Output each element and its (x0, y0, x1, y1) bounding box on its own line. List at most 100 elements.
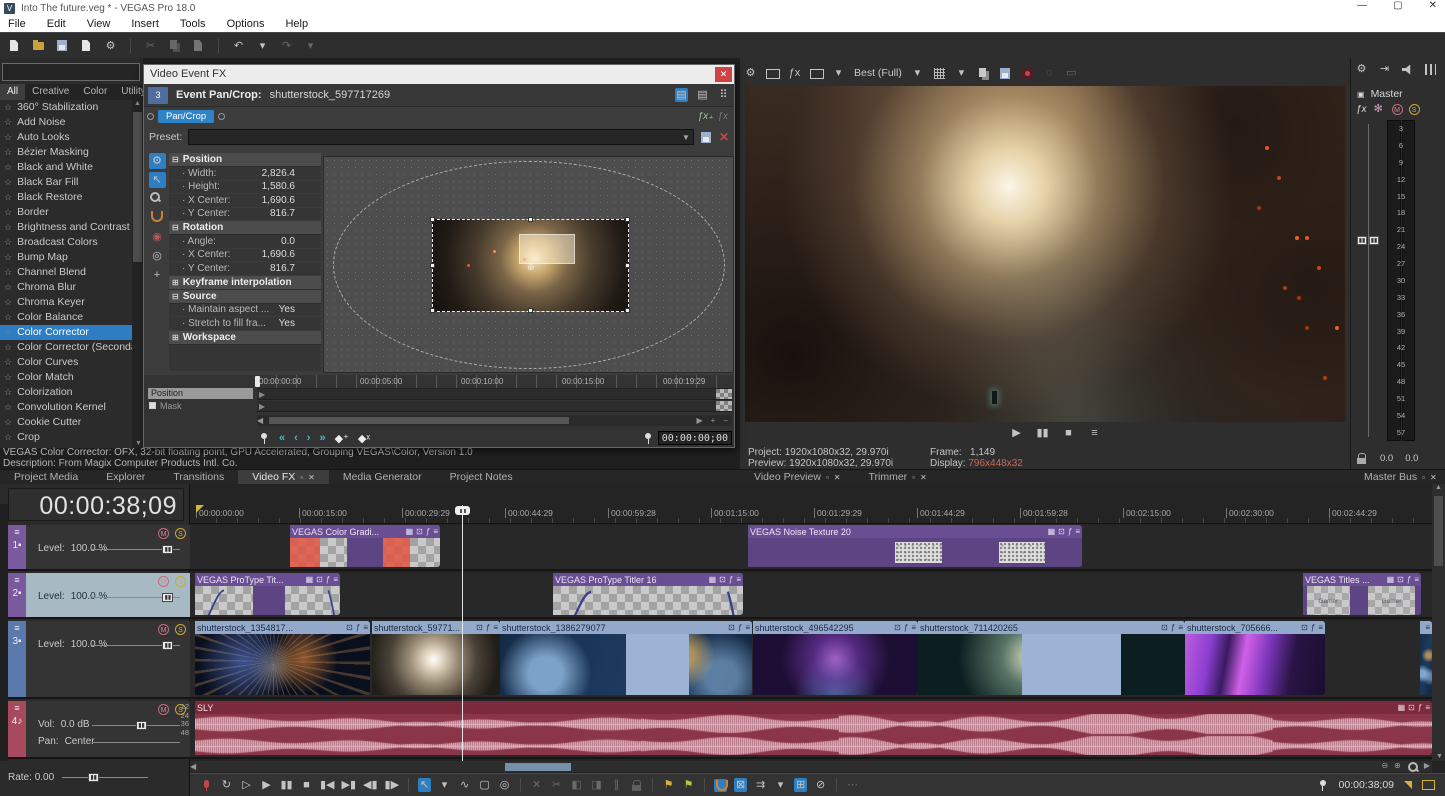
solo-button[interactable]: S (175, 624, 186, 635)
save-snapshot-icon[interactable] (999, 67, 1012, 80)
star-icon[interactable]: ☆ (4, 145, 12, 160)
layout-list-icon[interactable]: ▤ (696, 88, 709, 102)
track-4-lane[interactable]: SLY▦⊡ƒ≡ (190, 701, 1432, 759)
tab-explorer[interactable]: Explorer (92, 470, 159, 484)
crop-handle[interactable] (528, 217, 533, 222)
crop-handle[interactable] (430, 263, 435, 268)
auto-ripple-dropdown-icon[interactable]: ▾ (774, 778, 787, 792)
zoom-out-icon[interactable]: ⊖ (1381, 761, 1388, 772)
crop-icon[interactable]: ⊡ (719, 575, 726, 584)
mute-button[interactable]: M (158, 624, 169, 635)
split-events-icon[interactable]: ✕ (530, 778, 543, 792)
master-gain-right[interactable]: 0.0 (1405, 453, 1418, 464)
float-icon[interactable]: ▫ (300, 473, 303, 482)
event-menu-icon[interactable]: ≡ (1178, 623, 1183, 632)
fx-icon[interactable]: ƒ (356, 623, 360, 632)
preview-menu-icon[interactable]: ≡ (1088, 426, 1101, 440)
ruler-tick[interactable]: 00:00:44:29 (505, 508, 553, 518)
pan-crop-canvas[interactable]: ⊕ (323, 156, 734, 373)
kf-ruler[interactable]: 00:00:00:0000:00:05:0000:00:10:0000:00:1… (257, 375, 732, 389)
zoom-edit-tool-icon[interactable]: ◎ (498, 778, 511, 792)
plugin-chain-icon[interactable] (1373, 103, 1386, 116)
fx-item[interactable]: ☆Convolution Kernel (0, 400, 132, 415)
transport-timecode[interactable]: 00:00:38;09 (1339, 779, 1394, 791)
next-keyframe-button[interactable]: › (307, 432, 311, 444)
generated-media-icon[interactable]: ▦ (1398, 703, 1406, 712)
preset-dropdown[interactable]: ▼ (188, 129, 694, 145)
star-icon[interactable]: ☆ (4, 280, 12, 295)
fx-item[interactable]: ☆Bézier Masking (0, 145, 132, 160)
property-value[interactable]: 1,580.6 (262, 181, 295, 192)
tab-media-generator[interactable]: Media Generator (329, 470, 436, 484)
clip-SLY[interactable]: SLY▦⊡ƒ≡ (195, 701, 1432, 755)
clip-shutterstock_1354817...[interactable]: shutterstock_1354817...⊡ƒ≡ (195, 621, 370, 695)
event-menu-icon[interactable]: ≡ (333, 575, 338, 584)
project-properties-icon[interactable] (80, 39, 93, 52)
tab-project-notes[interactable]: Project Notes (436, 470, 527, 484)
crop-icon[interactable]: ⊡ (728, 623, 735, 632)
event-menu-icon[interactable]: ≡ (493, 623, 498, 632)
undo-icon[interactable]: ↶ (232, 39, 245, 53)
ruler-tick[interactable]: 00:02:44:29 (1329, 508, 1377, 518)
track-3-lane[interactable]: shutterstock_1354817...⊡ƒ≡shutterstock_5… (190, 621, 1432, 699)
fx-item[interactable]: ☆Auto Looks (0, 130, 132, 145)
track-3-header[interactable]: ≡3▪MSLevel:100.0 %▮▮ (0, 621, 190, 699)
clip-shutterstock_59771...[interactable]: shutterstock_59771...⊡ƒ≡ (372, 621, 500, 695)
track-2-header[interactable]: ≡2▪MSLevel:100.0 %▮▮ (0, 573, 190, 619)
clip-shutterstock_496542295[interactable]: shutterstock_496542295⊡ƒ≡ (753, 621, 918, 695)
crop-handle[interactable] (625, 263, 630, 268)
fx-icon[interactable]: ƒ (904, 623, 908, 632)
fader-lock-icon[interactable] (1355, 452, 1368, 465)
solo-button[interactable]: S (175, 528, 186, 539)
crop-handle[interactable] (430, 308, 435, 313)
fx-item[interactable]: ☆360° Stabilization (0, 100, 132, 115)
property-group-header[interactable]: ⊟Source (169, 290, 321, 304)
copy-icon[interactable] (168, 39, 181, 52)
save-project-icon[interactable] (56, 39, 69, 52)
pan-crop-chip[interactable]: Pan/Crop (158, 110, 214, 123)
delete-keyframe-button[interactable]: ◆ˣ (358, 432, 370, 445)
property-group-header[interactable]: ⊞Workspace (169, 331, 321, 345)
clip-VEGAS Noise Texture 20[interactable]: VEGAS Noise Texture 20▦⊡ƒ≡ (748, 525, 1082, 567)
param-slider[interactable]: ▮▮ (92, 725, 180, 726)
open-project-icon[interactable] (32, 39, 45, 52)
clip-VEGAS ProType Titler 16[interactable]: VEGAS ProType Titler 16▦⊡ƒ≡ (553, 573, 743, 615)
mute-button[interactable]: M (158, 704, 169, 715)
selection-edit-tool-icon[interactable]: ▢ (478, 778, 491, 792)
star-icon[interactable]: ☆ (4, 430, 12, 445)
ruler-tick[interactable]: 00:01:59:28 (1020, 508, 1068, 518)
property-value[interactable]: Yes (279, 318, 295, 329)
track-menu-icon[interactable]: ≡ (14, 703, 19, 713)
minimize-button[interactable]: — (1357, 0, 1367, 11)
fx-item[interactable]: ☆Chroma Blur (0, 280, 132, 295)
fx-item[interactable]: ☆Border (0, 205, 132, 220)
close-tab-icon[interactable]: ✕ (834, 473, 841, 482)
tab-project-media[interactable]: Project Media (0, 470, 92, 484)
tab-video-preview[interactable]: Video Preview▫✕ (740, 470, 854, 484)
event-menu-icon[interactable]: ≡ (736, 575, 741, 584)
star-icon[interactable]: ☆ (4, 340, 12, 355)
close-tab-icon[interactable]: ✕ (308, 473, 315, 482)
kf-row-position-label[interactable]: Position (148, 388, 253, 399)
playhead-line[interactable] (462, 505, 463, 761)
insert-marker-icon[interactable]: ⚑ (662, 778, 675, 792)
solo-button[interactable]: S (175, 576, 186, 587)
mask-tool-icon[interactable]: ◉ (149, 229, 166, 245)
timeline-ruler[interactable]: 00:00:00:0000:00:15:0000:00:29:2900:00:4… (190, 504, 1432, 524)
loop-playback-icon[interactable]: ↻ (220, 778, 233, 792)
ignore-grouping-icon[interactable]: ⊘ (814, 778, 827, 792)
fit-meter-icon[interactable]: ⇥ (1378, 62, 1391, 76)
event-lock-icon[interactable] (630, 779, 643, 792)
lock-envelopes-icon[interactable]: ⊞ (794, 778, 807, 792)
next-frame-icon[interactable]: ▮▶ (385, 778, 400, 792)
expand-icon[interactable]: ⊞ (172, 278, 179, 287)
master-gain-left[interactable]: 0.0 (1380, 453, 1393, 464)
star-icon[interactable]: ☆ (4, 250, 12, 265)
plugin-enable-icon[interactable]: ▤ (675, 88, 688, 102)
loop-region-icon[interactable] (1021, 67, 1034, 80)
crop-icon[interactable]: ⊡ (416, 527, 423, 536)
fx-item[interactable]: ☆Black Restore (0, 190, 132, 205)
preview-quality-value[interactable]: Best (Full) (854, 67, 902, 79)
star-icon[interactable]: ☆ (4, 190, 12, 205)
float-icon[interactable]: ▫ (826, 473, 829, 482)
